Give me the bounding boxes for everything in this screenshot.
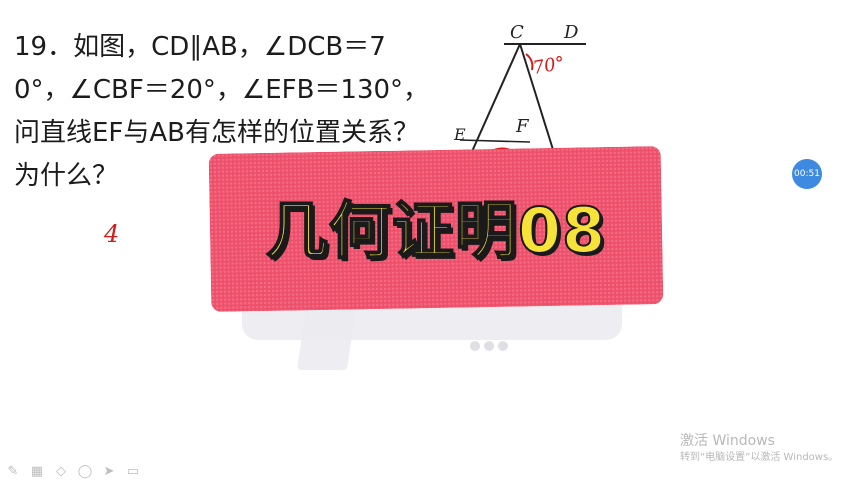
banner-title: 几何证明08 <box>265 193 607 268</box>
label-c: C <box>510 22 524 43</box>
pen-icon[interactable]: ✎ <box>4 463 22 481</box>
eraser-icon[interactable]: ◇ <box>52 463 70 481</box>
dot <box>498 341 508 351</box>
watermark-line-1: 激活 Windows <box>680 433 775 449</box>
lasso-icon[interactable]: ◯ <box>76 463 94 481</box>
pointer-icon[interactable]: ➤ <box>100 463 118 481</box>
timer-badge[interactable]: 00:51 <box>792 159 822 189</box>
problem-line-2: 0°，∠CBF＝20°，∠EFB＝130°， <box>14 75 430 105</box>
screen-icon[interactable]: ▭ <box>124 463 142 481</box>
red-handwritten-mark: 4 <box>104 220 120 248</box>
watermark-line-2: 转到“电脑设置”以激活 Windows。 <box>680 452 839 463</box>
dot <box>470 341 480 351</box>
problem-line-3: 问直线EF与AB有怎样的位置关系？ <box>14 118 420 148</box>
line-ef <box>459 139 531 143</box>
geometry-figure: C D E F 70° <box>453 22 586 157</box>
drawing-toolbar: ✎ ▦ ◇ ◯ ➤ ▭ <box>4 463 142 481</box>
label-d: D <box>563 22 579 43</box>
bubble-dots <box>470 336 512 355</box>
speech-bubble-tail <box>297 300 357 370</box>
video-frame: 19．如图，CD∥AB，∠DCB＝7 0°，∠CBF＝20°，∠EFB＝130°… <box>0 0 864 486</box>
label-f: F <box>515 116 530 137</box>
problem-line-1: 19．如图，CD∥AB，∠DCB＝7 <box>14 32 386 62</box>
line-cb-left <box>469 43 521 157</box>
dot <box>484 341 494 351</box>
label-e: E <box>453 125 466 144</box>
angle-annotation: 70° <box>531 53 566 79</box>
grid-icon[interactable]: ▦ <box>28 463 46 481</box>
windows-activation-watermark: 激活 Windows 转到“电脑设置”以激活 Windows。 <box>680 432 838 466</box>
